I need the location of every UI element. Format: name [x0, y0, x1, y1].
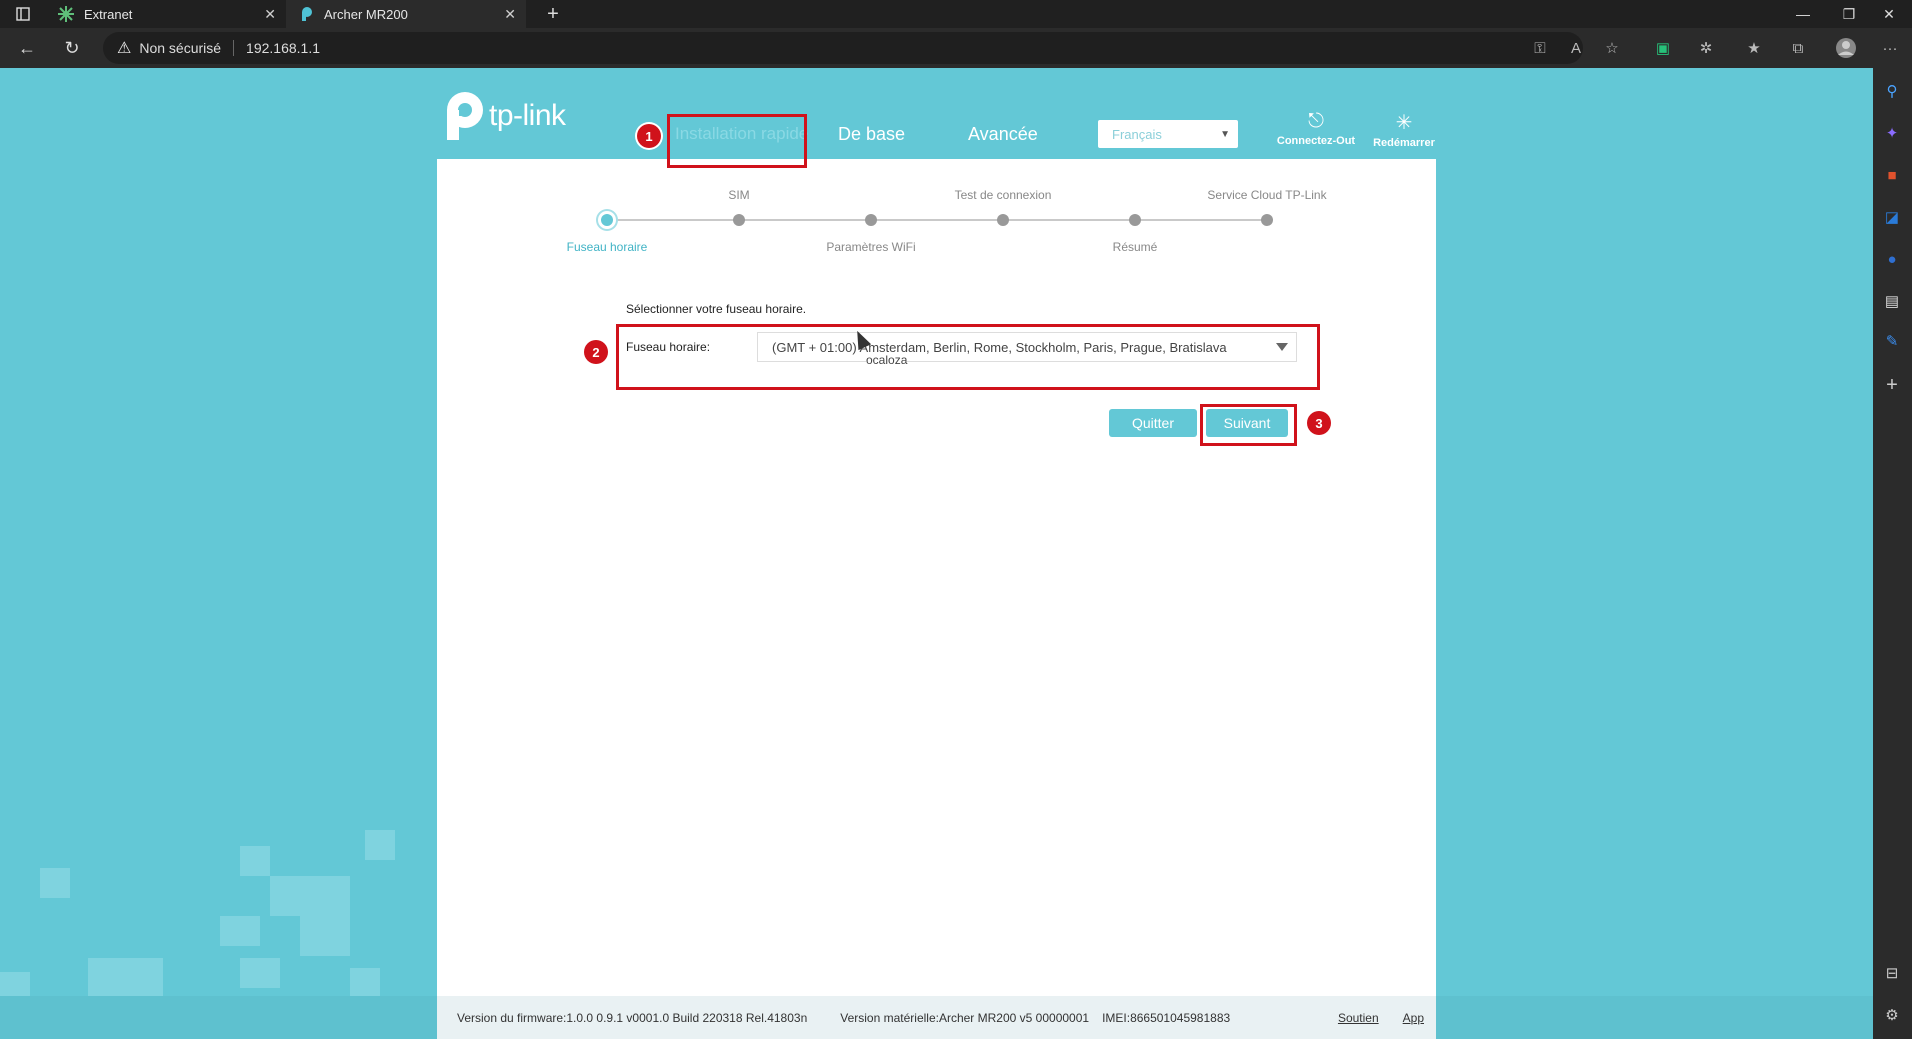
main-panel — [437, 159, 1436, 1039]
app-link[interactable]: App — [1403, 1011, 1424, 1025]
hide-sidebar-icon[interactable]: ⊟ — [1881, 962, 1903, 984]
tab-extranet[interactable]: Extranet ✕ — [46, 0, 286, 28]
annotation-badge-1: 1 — [637, 124, 661, 148]
tab-archer-mr200[interactable]: Archer MR200 ✕ — [286, 0, 526, 28]
router-page: tp-link Installation rapide De base Avan… — [0, 68, 1873, 1039]
tab-title: Archer MR200 — [324, 6, 408, 22]
url-text: 192.168.1.1 — [246, 40, 321, 56]
key-icon[interactable]: ⚿ — [1528, 36, 1552, 60]
firmware-version: Version du firmware:1.0.0 0.9.1 v0001.0 … — [457, 1010, 808, 1025]
reboot-icon: ✳ — [1395, 112, 1413, 134]
logout-icon: ⎋ — [1308, 110, 1324, 132]
footer: Version du firmware:1.0.0 0.9.1 v0001.0 … — [0, 996, 1873, 1039]
nav-basic[interactable]: De base — [838, 124, 905, 145]
step-label-timezone: Fuseau horaire — [566, 240, 648, 254]
reboot-label: Redémarrer — [1373, 137, 1435, 149]
step-label-summary: Résumé — [1112, 240, 1158, 254]
new-tab-icon[interactable]: + — [530, 0, 576, 28]
favorites-icon[interactable]: ★ — [1742, 36, 1766, 60]
settings-icon[interactable]: ⚙ — [1881, 1004, 1903, 1026]
annotation-box-2 — [616, 324, 1320, 390]
annotation-box-3 — [1200, 404, 1297, 446]
back-icon[interactable]: ← — [15, 36, 39, 60]
step-label-cloud: Service Cloud TP-Link — [1207, 188, 1327, 202]
hardware-version: Version matérielle:Archer MR200 v5 00000… — [840, 1010, 1090, 1025]
collections-icon[interactable]: ⧉ — [1786, 36, 1810, 60]
step-dot — [1129, 214, 1141, 226]
browser-tab-bar: Extranet ✕ Archer MR200 ✕ + — ❐ ✕ — [0, 0, 1912, 28]
timezone-prompt: Sélectionner votre fuseau horaire. — [626, 302, 807, 316]
annotation-box-1 — [667, 114, 807, 168]
tplink-mark-icon — [437, 90, 485, 142]
reboot-button[interactable]: ✳ Redémarrer — [1364, 110, 1444, 149]
minimize-icon[interactable]: — — [1780, 0, 1826, 28]
warning-icon: ⚠ — [117, 40, 132, 57]
tplink-logo: tp-link — [437, 90, 566, 142]
tab-actions-icon[interactable] — [0, 0, 46, 28]
close-tab-icon[interactable]: ✕ — [504, 6, 516, 23]
extranet-favicon-icon — [58, 6, 74, 22]
security-label: Non sécurisé — [139, 40, 222, 56]
support-link[interactable]: Soutien — [1338, 1011, 1379, 1025]
close-tab-icon[interactable]: ✕ — [264, 6, 276, 23]
browser-sidebar: ⚲ ✦ ■ ◪ ● ▤ ✎ + ⊟ ⚙ — [1873, 68, 1912, 1039]
office-icon[interactable]: ■ — [1881, 164, 1903, 186]
games-icon[interactable]: ● — [1881, 248, 1903, 270]
quit-button[interactable]: Quitter — [1109, 409, 1197, 437]
step-label-sim: SIM — [728, 188, 750, 202]
imei: IMEI:866501045981883 — [1102, 1010, 1231, 1025]
copilot-icon[interactable]: ✦ — [1881, 122, 1903, 144]
step-dot — [1261, 214, 1273, 226]
refresh-icon[interactable]: ↻ — [60, 36, 84, 60]
step-dot — [997, 214, 1009, 226]
extension-icon[interactable]: ▣ — [1651, 36, 1675, 60]
nav-advanced[interactable]: Avancée — [968, 124, 1038, 145]
extensions-icon[interactable]: ✲ — [1694, 36, 1718, 60]
step-label-connection-test: Test de connexion — [954, 188, 1052, 202]
logout-button[interactable]: ⎋ Connectez-Out — [1276, 110, 1356, 147]
notes-icon[interactable]: ▤ — [1881, 290, 1903, 312]
add-favorite-icon[interactable]: ☆ — [1600, 36, 1624, 60]
profile-icon[interactable] — [1834, 36, 1858, 60]
add-sidebar-icon[interactable]: + — [1881, 374, 1903, 396]
annotation-badge-2: 2 — [584, 340, 608, 364]
language-select[interactable]: Français ▼ — [1098, 120, 1238, 148]
logout-label: Connectez-Out — [1276, 135, 1356, 147]
step-dot — [733, 214, 745, 226]
outlook-icon[interactable]: ◪ — [1881, 206, 1903, 228]
close-window-icon[interactable]: ✕ — [1866, 0, 1912, 28]
annotation-badge-3: 3 — [1307, 411, 1331, 435]
more-menu-icon[interactable]: ··· — [1878, 36, 1902, 60]
step-dot — [865, 214, 877, 226]
address-bar-row: ← ↻ ⚠ Non sécurisé 192.168.1.1 ⚿ A ☆ ▣ ✲… — [0, 28, 1912, 68]
step-label-wifi: Paramètres WiFi — [826, 240, 916, 254]
brand-name: tp-link — [489, 99, 566, 132]
language-value: Français — [1112, 126, 1162, 142]
progress-line — [607, 219, 1267, 221]
tab-title: Extranet — [84, 6, 133, 22]
tools-icon[interactable]: ✎ — [1881, 330, 1903, 352]
address-field[interactable]: ⚠ Non sécurisé 192.168.1.1 — [103, 32, 1583, 64]
read-aloud-icon[interactable]: A — [1564, 36, 1588, 60]
search-icon[interactable]: ⚲ — [1881, 80, 1903, 102]
chevron-down-icon: ▼ — [1220, 128, 1230, 140]
tplink-favicon-icon — [298, 6, 314, 22]
step-dot — [601, 214, 613, 226]
